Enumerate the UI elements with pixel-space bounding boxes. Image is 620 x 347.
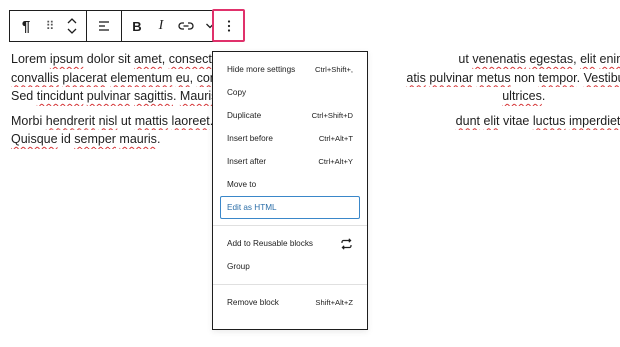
toolbar-group-format: B I	[122, 11, 224, 41]
text-segment: ,	[161, 52, 169, 66]
text-segment: Lorem	[11, 52, 47, 66]
misspelled-word: Quisque	[11, 132, 58, 146]
link-icon[interactable]	[173, 11, 199, 41]
text-segment: vitae	[499, 113, 533, 128]
italic-button[interactable]: I	[149, 11, 173, 41]
misspelled-word: hendrerit	[45, 113, 96, 128]
text-segment: ut	[458, 52, 473, 66]
menu-group-reusable: Add to Reusable blocks Group	[213, 225, 367, 284]
menu-item-hide-more-settings[interactable]: Hide more settings Ctrl+Shift+,	[220, 58, 360, 81]
toolbar-group-align	[87, 11, 122, 41]
misspelled-word: placerat	[62, 70, 107, 85]
misspelled-word: ultrices	[502, 89, 542, 103]
block-options-button[interactable]	[212, 9, 245, 42]
misspelled-word: dunt	[455, 113, 481, 128]
misspelled-word: egestas	[529, 52, 574, 66]
vertical-ellipsis-icon	[227, 19, 230, 32]
menu-item-label: Hide more settings	[227, 65, 296, 74]
misspelled-word: mattis	[134, 113, 169, 128]
misspelled-word: semper	[74, 132, 116, 146]
misspelled-word: tincidunt	[36, 89, 84, 103]
misspelled-word: nisl	[98, 113, 118, 128]
toolbar-group-block: ¶ ⠿	[10, 11, 87, 41]
reusable-block-icon	[339, 237, 353, 251]
misspelled-word: eu	[175, 70, 190, 85]
text-segment: ut	[117, 113, 135, 128]
menu-item-copy[interactable]: Copy	[220, 81, 360, 104]
misspelled-word: imperdiet	[568, 113, 620, 128]
misspelled-word: Vestibulum	[583, 70, 620, 85]
misspelled-word: convallis	[11, 70, 59, 85]
text-segment: .	[156, 132, 161, 146]
misspelled-word: elit	[580, 52, 597, 66]
text-segment: .	[172, 89, 180, 103]
menu-item-label: Duplicate	[227, 111, 262, 120]
misspelled-word: elementum	[110, 70, 173, 85]
bold-button[interactable]: B	[125, 11, 149, 41]
menu-item-remove-block[interactable]: Remove block Shift+Alt+Z	[220, 291, 360, 314]
misspelled-word: pulvinar	[429, 70, 474, 85]
text-segment: Morbi	[11, 113, 43, 128]
menu-item-label: Edit as HTML	[227, 203, 277, 212]
text-segment: id	[57, 132, 75, 146]
menu-item-insert-before[interactable]: Insert before Ctrl+Alt+T	[220, 127, 360, 150]
text-segment: .	[541, 89, 546, 103]
shortcut-label: Ctrl+Shift+,	[315, 65, 353, 74]
misspelled-word: atis	[406, 70, 426, 85]
text-segment: .	[576, 70, 584, 85]
menu-item-label: Remove block	[227, 298, 279, 307]
menu-item-label: Group	[227, 262, 250, 271]
menu-item-insert-after[interactable]: Insert after Ctrl+Alt+Y	[220, 150, 360, 173]
shortcut-label: Shift+Alt+Z	[315, 298, 353, 307]
block-toolbar: ¶ ⠿ B I	[9, 10, 225, 42]
menu-item-edit-as-html[interactable]: Edit as HTML	[220, 196, 360, 219]
misspelled-word: tempor	[538, 70, 577, 85]
paragraph-icon[interactable]: ¶	[13, 11, 39, 41]
text-segment: ,	[189, 70, 197, 85]
move-up-down-icon[interactable]	[61, 11, 83, 41]
text-segment: Sed	[11, 89, 34, 103]
misspelled-word: laoreet	[171, 113, 210, 128]
misspelled-word: pulvinar	[86, 89, 131, 103]
menu-item-group[interactable]: Group	[220, 255, 360, 278]
misspelled-word: luctus	[532, 113, 566, 128]
text-segment: dolor sit	[83, 52, 134, 66]
menu-item-move-to[interactable]: Move to	[220, 173, 360, 196]
misspelled-word: mauris	[119, 132, 157, 146]
menu-item-label: Copy	[227, 88, 247, 97]
misspelled-word: enim	[599, 52, 620, 66]
block-options-menu: Hide more settings Ctrl+Shift+, Copy Dupl…	[212, 51, 368, 330]
menu-item-label: Move to	[227, 180, 257, 189]
menu-item-add-to-reusable-blocks[interactable]: Add to Reusable blocks	[220, 232, 360, 255]
menu-item-label: Add to Reusable blocks	[227, 239, 314, 248]
misspelled-word: metus	[476, 70, 511, 85]
drag-handle-icon[interactable]: ⠿	[39, 11, 61, 41]
shortcut-label: Ctrl+Alt+T	[318, 134, 353, 143]
shortcut-label: Ctrl+Alt+Y	[318, 157, 353, 166]
misspelled-word: amet	[133, 52, 162, 66]
misspelled-word: sagittis	[134, 89, 173, 103]
align-icon[interactable]	[90, 11, 118, 41]
misspelled-word: elit	[483, 113, 500, 128]
menu-group-remove: Remove block Shift+Alt+Z	[213, 284, 367, 320]
menu-group-actions: Hide more settings Ctrl+Shift+, Copy Dupl…	[213, 52, 367, 225]
text-segment: non	[510, 70, 539, 85]
menu-item-label: Insert after	[227, 157, 267, 166]
misspelled-word: ipsum	[49, 52, 84, 66]
menu-item-duplicate[interactable]: Duplicate Ctrl+Shift+D	[220, 104, 360, 127]
shortcut-label: Ctrl+Shift+D	[311, 111, 353, 120]
misspelled-word: venenatis	[472, 52, 526, 66]
menu-item-label: Insert before	[227, 134, 273, 143]
